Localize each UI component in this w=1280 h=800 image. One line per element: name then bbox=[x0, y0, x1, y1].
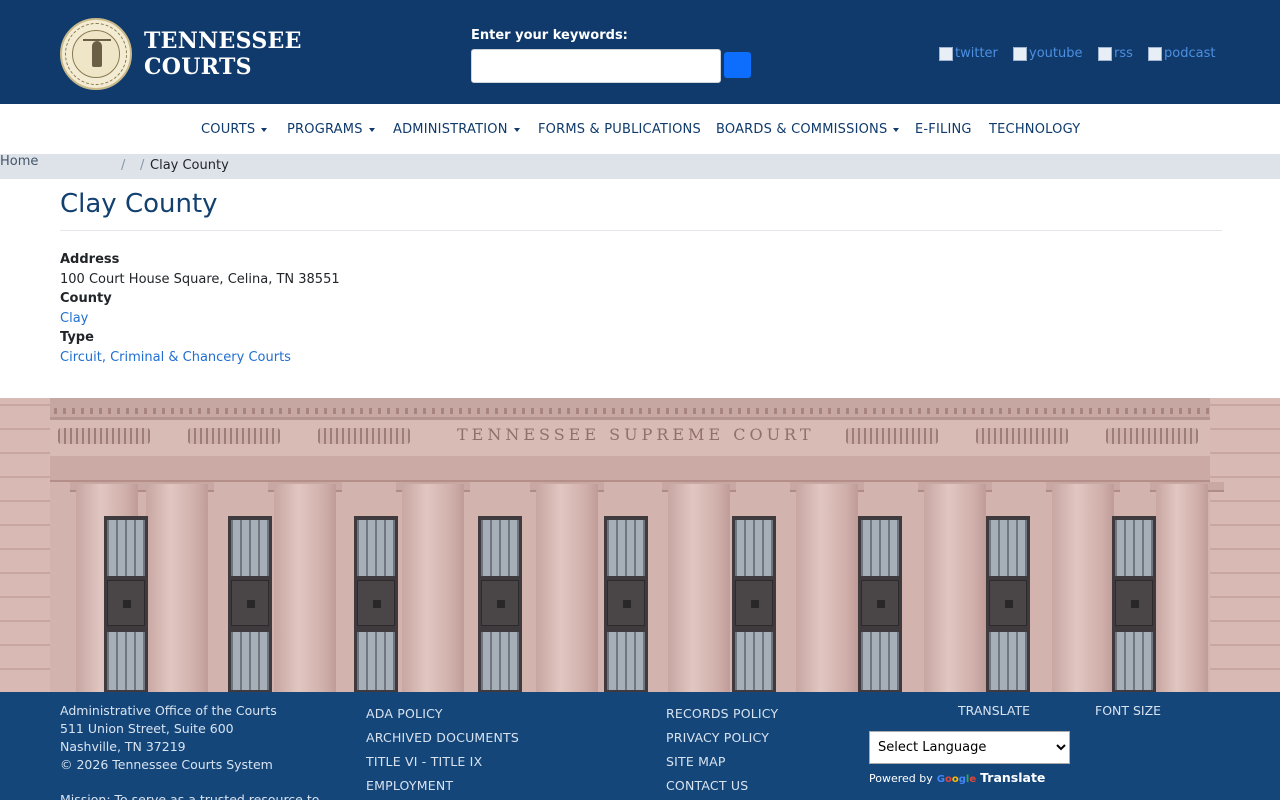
type-link[interactable]: Circuit, Criminal & Chancery Courts bbox=[60, 350, 291, 365]
nav-item-programs[interactable]: PROGRAMS bbox=[287, 122, 375, 137]
brand-line-1: TENNESSEE bbox=[144, 28, 302, 54]
page-title: Clay County bbox=[60, 189, 218, 219]
rss-icon bbox=[1098, 46, 1112, 61]
language-select[interactable]: Select Language bbox=[869, 731, 1070, 764]
chevron-down-icon bbox=[368, 127, 375, 132]
twitter-icon bbox=[939, 46, 953, 61]
footer-link-privacy-policy[interactable]: PRIVACY POLICY bbox=[666, 730, 769, 745]
nav-label: ADMINISTRATION bbox=[393, 122, 508, 137]
nav-item-boards-commissions[interactable]: BOARDS & COMMISSIONS bbox=[716, 122, 900, 137]
left-wall bbox=[0, 398, 50, 692]
breadcrumb: Home / / Clay County bbox=[0, 154, 1280, 179]
chevron-down-icon bbox=[513, 127, 520, 132]
google-translate-attribution[interactable]: Powered by Google Translate bbox=[869, 770, 1045, 785]
search-button[interactable] bbox=[724, 52, 751, 78]
youtube-link[interactable]: youtube bbox=[1013, 46, 1082, 61]
nav-label: TECHNOLOGY bbox=[989, 122, 1081, 137]
chevron-down-icon bbox=[893, 127, 900, 132]
footer-mission: Mission: To serve as a trusted resource … bbox=[60, 792, 320, 800]
type-label: Type bbox=[60, 330, 94, 345]
footer-link-employment[interactable]: EMPLOYMENT bbox=[366, 778, 453, 793]
building-cornice bbox=[0, 398, 1280, 420]
county-label: County bbox=[60, 291, 112, 306]
footer-link-records-policy[interactable]: RECORDS POLICY bbox=[666, 706, 778, 721]
twitter-alt-text: twitter bbox=[955, 46, 998, 61]
site-header: TENNESSEE COURTS Enter your keywords: tw… bbox=[0, 0, 1280, 104]
chevron-down-icon bbox=[261, 127, 268, 132]
tennessee-judiciary-seal-logo[interactable] bbox=[60, 18, 132, 90]
rss-link[interactable]: rss bbox=[1098, 46, 1133, 61]
seal-center bbox=[72, 30, 120, 78]
title-divider bbox=[60, 230, 1222, 231]
footer-link-title-vi-title-ix[interactable]: TITLE VI - TITLE IX bbox=[366, 754, 482, 769]
footer-link-site-map[interactable]: SITE MAP bbox=[666, 754, 726, 769]
podcast-icon bbox=[1148, 46, 1162, 61]
building-inscription: TENNESSEE SUPREME COURT bbox=[457, 425, 815, 444]
search-input[interactable] bbox=[471, 49, 721, 83]
nav-label: BOARDS & COMMISSIONS bbox=[716, 122, 888, 137]
footer-org-name: Administrative Office of the Courts bbox=[60, 703, 277, 718]
breadcrumb-current: Clay County bbox=[150, 158, 229, 173]
breadcrumb-home-link[interactable]: Home bbox=[0, 154, 38, 169]
site-footer: Administrative Office of the Courts 511 … bbox=[0, 692, 1280, 800]
justice-figure-icon bbox=[92, 41, 102, 67]
county-link[interactable]: Clay bbox=[60, 311, 88, 326]
breadcrumb-separator: / bbox=[121, 158, 126, 173]
youtube-icon bbox=[1013, 46, 1027, 61]
nav-item-e-filing[interactable]: E-FILING bbox=[915, 122, 972, 137]
nav-label: FORMS & PUBLICATIONS bbox=[538, 122, 701, 137]
footer-city: Nashville, TN 37219 bbox=[60, 739, 186, 754]
building-entablature bbox=[50, 456, 1210, 482]
right-wall bbox=[1210, 398, 1280, 692]
footer-copyright: © 2026 Tennessee Courts System bbox=[60, 757, 273, 772]
footer-street: 511 Union Street, Suite 600 bbox=[60, 721, 234, 736]
font-size-heading[interactable]: FONT SIZE bbox=[1095, 703, 1161, 718]
nav-label: PROGRAMS bbox=[287, 122, 363, 137]
address-value: 100 Court House Square, Celina, TN 38551 bbox=[60, 272, 340, 287]
nav-item-forms-publications[interactable]: FORMS & PUBLICATIONS bbox=[538, 122, 701, 137]
nav-label: COURTS bbox=[201, 122, 256, 137]
breadcrumb-separator: / bbox=[140, 158, 145, 173]
footer-link-contact-us[interactable]: CONTACT US bbox=[666, 778, 748, 793]
search-label: Enter your keywords: bbox=[471, 28, 628, 43]
footer-link-archived-documents[interactable]: ARCHIVED DOCUMENTS bbox=[366, 730, 519, 745]
google-logo-icon: Google bbox=[936, 774, 977, 785]
brand-line-2: COURTS bbox=[144, 54, 252, 80]
translate-heading: TRANSLATE bbox=[958, 703, 1031, 718]
nav-item-technology[interactable]: TECHNOLOGY bbox=[989, 122, 1080, 137]
nav-item-courts[interactable]: COURTS bbox=[201, 122, 268, 137]
rss-alt-text: rss bbox=[1114, 46, 1133, 61]
site-brand[interactable]: TENNESSEE COURTS bbox=[144, 28, 302, 80]
supreme-court-building-image: TENNESSEE SUPREME COURT bbox=[0, 398, 1280, 692]
nav-label: E-FILING bbox=[915, 122, 972, 137]
address-label: Address bbox=[60, 252, 120, 267]
youtube-alt-text: youtube bbox=[1029, 46, 1083, 61]
podcast-link[interactable]: podcast bbox=[1148, 46, 1215, 61]
twitter-link[interactable]: twitter bbox=[939, 46, 998, 61]
podcast-alt-text: podcast bbox=[1164, 46, 1216, 61]
translate-word: Translate bbox=[980, 770, 1046, 785]
footer-link-ada-policy[interactable]: ADA POLICY bbox=[366, 706, 443, 721]
main-nav: COURTS PROGRAMS ADMINISTRATION FORMS & P… bbox=[0, 104, 1280, 154]
nav-item-administration[interactable]: ADMINISTRATION bbox=[393, 122, 520, 137]
powered-by-text: Powered by bbox=[869, 772, 933, 785]
